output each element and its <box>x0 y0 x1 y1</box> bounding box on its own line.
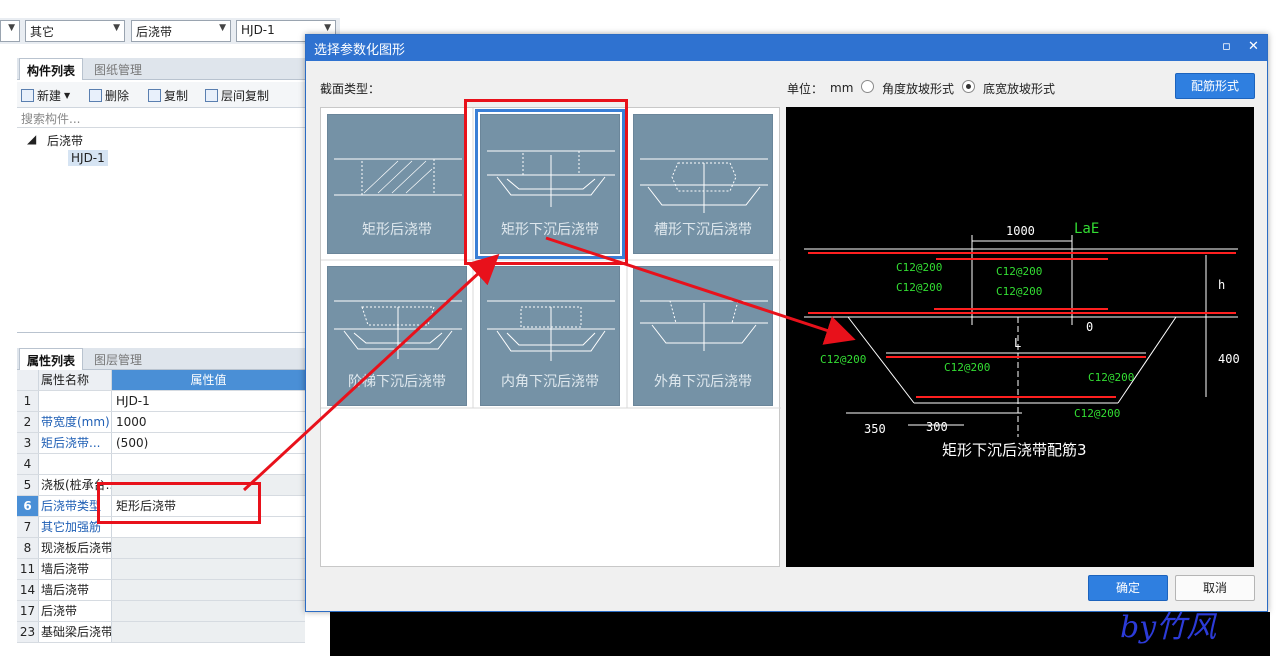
tab-property-list[interactable]: 属性列表 <box>19 348 84 370</box>
rebar-preview-canvas: 1000 h 0 L 400 350 300 LaE C12@200 C12@2… <box>786 107 1254 567</box>
shape-caption: 矩形后浇带 <box>362 222 432 238</box>
annotation-box-selected-shape <box>464 99 628 265</box>
tree-item-hjd1[interactable]: HJD-1 <box>68 150 108 166</box>
chevron-down-icon: ▼ <box>113 23 120 33</box>
shape-caption: 槽形下沉后浇带 <box>654 222 752 238</box>
delete-icon <box>89 88 102 102</box>
component-tree: ◢ 后浇带 HJD-1 <box>17 128 305 333</box>
table-row[interactable]: 11 墙后浇带 <box>17 559 305 580</box>
copy-button[interactable]: 复制 <box>148 86 188 104</box>
preview-caption: 矩形下沉后浇带配筋3 <box>942 441 1087 459</box>
label-rebar: C12@200 <box>1074 407 1120 420</box>
radio-angle-slope-label: 角度放坡形式 <box>882 82 955 96</box>
shape-step-sunk-post-pour[interactable]: 阶梯下沉后浇带 <box>327 266 467 406</box>
shape-caption: 外角下沉后浇带 <box>654 374 752 390</box>
table-row[interactable]: 17 后浇带 <box>17 601 305 622</box>
table-row[interactable]: 8 现浇板后浇带 <box>17 538 305 559</box>
shape-caption: 内角下沉后浇带 <box>501 374 599 390</box>
header-property-name: 属性名称 <box>39 370 112 390</box>
label-rebar: C12@200 <box>1088 371 1134 384</box>
radio-angle-slope[interactable] <box>861 80 874 93</box>
combo-category[interactable]: 其它 ▼ <box>25 20 125 42</box>
unit-value: mm <box>830 81 854 95</box>
component-search-input[interactable]: 搜索构件... <box>17 108 305 128</box>
new-button[interactable]: 新建 ▼ <box>21 86 70 104</box>
shape-outer-angle-sunk-post-pour[interactable]: 外角下沉后浇带 <box>633 266 773 406</box>
rebar-form-button[interactable]: 配筋形式 <box>1175 73 1255 99</box>
radio-width-slope-label: 底宽放坡形式 <box>983 82 1056 96</box>
dim-l: L <box>1014 336 1021 350</box>
label-lae: LaE <box>1074 221 1099 237</box>
dim-depth: 400 <box>1218 352 1240 366</box>
chevron-down-icon: ▼ <box>219 23 226 33</box>
section-type-label: 截面类型： <box>320 82 381 96</box>
copy-icon <box>148 88 161 102</box>
floor-copy-icon <box>205 88 218 102</box>
shape-inner-angle-sunk-post-pour[interactable]: 内角下沉后浇带 <box>480 266 620 406</box>
floor-copy-button[interactable]: 层间复制 <box>205 86 269 104</box>
dim-width: 1000 <box>1006 224 1035 238</box>
property-grid-header: 属性名称 属性值 <box>17 370 305 391</box>
chevron-down-icon: ▼ <box>8 23 15 33</box>
chevron-down-icon: ▼ <box>324 23 331 33</box>
combo-left-edge[interactable]: ▼ <box>0 20 20 42</box>
label-rebar: C12@200 <box>996 285 1042 298</box>
dim-350: 350 <box>864 422 886 436</box>
cancel-button[interactable]: 取消 <box>1175 575 1255 601</box>
tab-layer-manage[interactable]: 图层管理 <box>87 348 149 370</box>
component-actions: 新建 ▼ 删除 复制 层间复制 <box>17 82 305 108</box>
table-row[interactable]: 23 基础梁后浇带 <box>17 622 305 643</box>
author-signature: by竹风 <box>1120 610 1217 645</box>
table-row[interactable]: 2 带宽度(mm) 1000 <box>17 412 305 433</box>
select-shape-dialog: 选择参数化图形 ▫ ✕ 截面类型： 单位： mm 角度放坡形式 底宽放坡形式 配… <box>305 34 1268 612</box>
dim-zero: 0 <box>1086 320 1093 334</box>
new-icon <box>21 88 34 102</box>
shape-trough-sunk-post-pour[interactable]: 槽形下沉后浇带 <box>633 114 773 254</box>
label-rebar: C12@200 <box>820 353 866 366</box>
dim-h: h <box>1218 278 1225 292</box>
shape-caption: 阶梯下沉后浇带 <box>348 374 446 390</box>
rebar-preview-drawing: 1000 h 0 L 400 350 300 LaE C12@200 C12@2… <box>804 221 1240 459</box>
annotation-box-type-cell <box>97 482 261 524</box>
label-rebar: C12@200 <box>896 281 942 294</box>
close-icon[interactable]: ✕ <box>1248 39 1259 54</box>
dim-300: 300 <box>926 420 948 434</box>
table-row[interactable]: 1 HJD-1 <box>17 391 305 412</box>
tree-root-post-pour[interactable]: 后浇带 <box>47 132 83 149</box>
tab-drawing-manage[interactable]: 图纸管理 <box>87 58 149 80</box>
label-rebar: C12@200 <box>896 261 942 274</box>
dialog-title: 选择参数化图形 <box>306 35 1267 61</box>
component-toolbar: ▼ 其它 ▼ 后浇带 ▼ HJD-1 ▼ <box>0 18 340 44</box>
property-panel-tabs: 属性列表 图层管理 <box>17 348 305 370</box>
unit-label: 单位： <box>787 82 824 96</box>
table-row[interactable]: 14 墙后浇带 <box>17 580 305 601</box>
table-row[interactable]: 3 矩后浇带... (500) <box>17 433 305 454</box>
combo-type[interactable]: 后浇带 ▼ <box>131 20 231 42</box>
radio-width-slope[interactable] <box>962 80 975 93</box>
table-row[interactable]: 4 <box>17 454 305 475</box>
header-property-value: 属性值 <box>112 370 305 390</box>
delete-button[interactable]: 删除 <box>89 86 129 104</box>
label-rebar: C12@200 <box>996 265 1042 278</box>
chevron-down-icon: ▼ <box>64 90 71 100</box>
tree-expand-icon[interactable]: ◢ <box>27 132 36 146</box>
tab-component-list[interactable]: 构件列表 <box>19 58 84 80</box>
maximize-icon[interactable]: ▫ <box>1222 39 1231 54</box>
ok-button[interactable]: 确定 <box>1088 575 1168 601</box>
label-rebar: C12@200 <box>944 361 990 374</box>
component-panel-tabs: 构件列表 图纸管理 <box>17 58 305 80</box>
shape-rect-post-pour[interactable]: 矩形后浇带 <box>327 114 467 254</box>
